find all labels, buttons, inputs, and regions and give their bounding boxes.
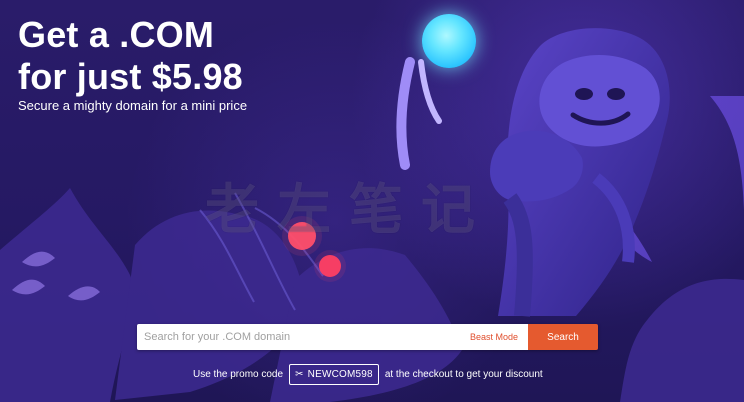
search-button[interactable]: Search <box>528 324 598 350</box>
scissors-icon: ✂ <box>295 368 304 380</box>
promo-suffix: at the checkout to get your discount <box>384 369 543 380</box>
promo-code: NEWCOM598 <box>307 369 373 380</box>
page-title-line-2: for just $5.98 <box>18 56 243 97</box>
beast-mode-link[interactable]: Beast Mode <box>470 332 518 342</box>
hero-subtitle: Secure a mighty domain for a mini price <box>18 98 248 113</box>
domain-search-form: Beast Mode Search <box>137 324 598 350</box>
promo-code-box[interactable]: ✂ NEWCOM598 <box>289 364 379 385</box>
gorilla-illustration <box>490 28 670 317</box>
moon-icon <box>422 14 476 68</box>
page-title-line-1: Get a .COM <box>18 14 215 55</box>
page-title: Get a .COM for just $5.98 <box>18 14 243 98</box>
hero-banner: 老左笔记 Get a .COM for just $5.98 Secure a … <box>0 0 744 402</box>
watermark-text: 老左笔记 <box>205 178 493 241</box>
promo-message: Use the promo code ✂ NEWCOM598 at the ch… <box>193 364 543 385</box>
search-input-wrapper: Beast Mode <box>137 324 528 350</box>
promo-prefix: Use the promo code <box>193 369 284 380</box>
